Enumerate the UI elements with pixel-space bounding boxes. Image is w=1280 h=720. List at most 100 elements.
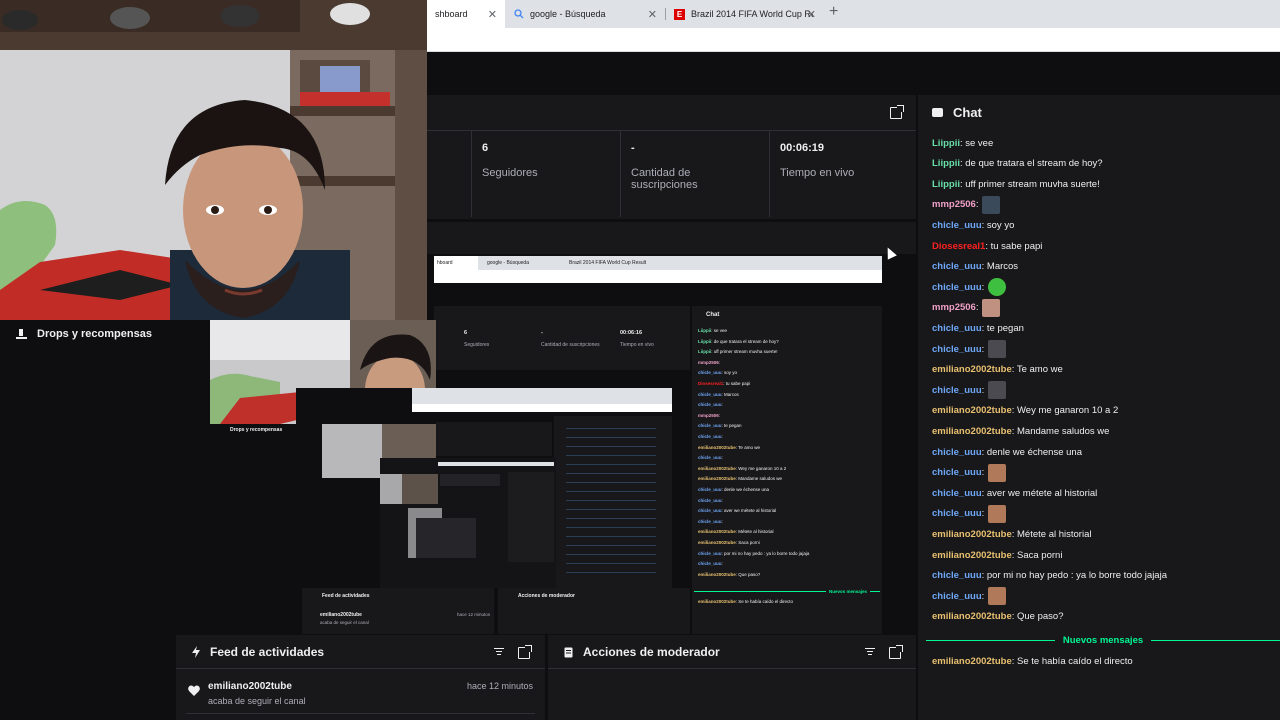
new-messages-label: Nuevos mensajes — [1062, 634, 1144, 646]
chat-username[interactable]: chicle_uuu — [932, 488, 982, 499]
screen: shboard ✕ google - Búsqueda ✕ E Brazil 2… — [0, 0, 1280, 720]
mini-subs-label: Cantidad de suscripciones — [541, 342, 600, 348]
mini-mod-panel: Acciones de moderador — [498, 588, 690, 634]
chat-header: Chat — [932, 105, 982, 120]
mini-chat-username: mmp2506 — [698, 412, 719, 418]
mini-chat-username: emiliano2002tube — [698, 571, 736, 577]
chat-username[interactable]: mmp2506 — [932, 302, 976, 313]
chat-username[interactable]: emiliano2002tube — [932, 529, 1012, 540]
chat-message: Liippii: uff primer stream muvha suerte! — [932, 174, 1100, 194]
mini-chat-text: : — [721, 518, 723, 524]
mini-tab: Brazil 2014 FIFA World Cup Result — [569, 260, 647, 266]
chat-text: : Te amo we — [1011, 364, 1063, 376]
chat-message: emiliano2002tube: Métete al historial — [932, 524, 1091, 544]
lightning-icon — [192, 646, 200, 658]
mini-chat-text: : — [721, 561, 723, 567]
mini-chat-message: chicle_uuu: — [698, 434, 723, 439]
chat-username[interactable]: Diosesreal1 — [932, 241, 985, 252]
chat-username[interactable]: chicle_uuu — [932, 467, 982, 478]
popout-icon[interactable] — [518, 645, 532, 659]
chat-text: : Wey me ganaron 10 a 2 — [1011, 405, 1119, 417]
mini-chat-username: chicle_uuu — [698, 487, 722, 492]
mini-chat: Chat Liippii: se vee Liippii: de que trat… — [692, 306, 882, 634]
chat-username[interactable]: emiliano2002tube — [932, 405, 1012, 416]
mini-chat-message: chicle_uuu: aver we métete al historial — [698, 508, 776, 513]
chat-username[interactable]: emiliano2002tube — [932, 364, 1012, 375]
mini-tab: google - Búsqueda — [487, 260, 529, 266]
mini-chat-text: : — [721, 434, 723, 439]
live-time-label: Tiempo en vivo — [780, 167, 855, 179]
stream-preview-header — [426, 222, 916, 254]
filter-icon[interactable] — [494, 648, 504, 656]
chat-username[interactable]: chicle_uuu — [932, 508, 982, 519]
chat-username[interactable]: chicle_uuu — [932, 591, 982, 602]
mini-chat-text: : — [718, 412, 721, 418]
mini-followers-label: Seguidores — [464, 342, 490, 348]
mini-chat-message: mmp2506: — [698, 360, 720, 365]
mini-chat-username: chicle_uuu — [698, 402, 722, 408]
tab-google[interactable]: google - Búsqueda ✕ — [505, 0, 665, 28]
chat-text: : — [975, 199, 979, 211]
webcam-overlay — [0, 0, 427, 320]
mini-feed-user: emiliano2002tube — [320, 612, 362, 618]
mini-nested-preview — [296, 388, 674, 588]
chat-message: chicle_uuu: aver we métete al historial — [932, 483, 1097, 503]
tab-label: google - Búsqueda — [530, 9, 606, 19]
chat-username[interactable]: chicle_uuu — [932, 261, 982, 272]
dark-emote-icon — [988, 381, 1007, 400]
chat-text: : se vee — [959, 137, 994, 149]
chat-username[interactable]: Liippii — [932, 158, 960, 169]
popout-icon[interactable] — [889, 645, 903, 659]
chat-username[interactable]: chicle_uuu — [932, 220, 982, 231]
mini-chat-message: chicle_uuu: te pegan — [698, 423, 742, 428]
mini-chat-message: Liippii: de que tratara el stream de hoy… — [698, 339, 779, 344]
activity-feed-title: Feed de actividades — [210, 645, 325, 659]
chat-title: Chat — [953, 105, 982, 120]
tab-dashboard[interactable]: shboard ✕ — [427, 0, 505, 28]
drops-rewards-item[interactable]: Drops y recompensas — [16, 328, 152, 340]
chat-message: chicle_uuu: te pegan — [932, 318, 1024, 338]
chat-text: : aver we métete al historial — [981, 487, 1098, 499]
chat-message: chicle_uuu: Marcos — [932, 257, 1018, 277]
chat-username[interactable]: emiliano2002tube — [932, 550, 1012, 561]
chat-message: mmp2506: — [932, 195, 1001, 215]
mini-chat-username: Diosesreal1 — [698, 381, 724, 386]
chat-username[interactable]: mmp2506 — [932, 199, 976, 210]
filter-icon[interactable] — [865, 648, 875, 656]
chat-username[interactable]: chicle_uuu — [932, 344, 982, 355]
mod-actions-title: Acciones de moderador — [583, 645, 720, 659]
mini-chat-text: : Wey me ganaron 10 a 2 — [735, 465, 787, 471]
chat-username[interactable]: chicle_uuu — [932, 385, 982, 396]
mini-sidebar: Drops y recompensas — [210, 424, 294, 634]
chat-message: emiliano2002tube: Wey me ganaron 10 a 2 — [932, 401, 1118, 421]
chat-username[interactable]: emiliano2002tube — [932, 656, 1012, 667]
close-icon[interactable]: ✕ — [807, 8, 816, 21]
mod-actions-panel: Acciones de moderador — [548, 635, 916, 720]
chat-username[interactable]: chicle_uuu — [932, 282, 982, 293]
new-tab-icon[interactable]: + — [829, 3, 838, 21]
close-icon[interactable]: ✕ — [648, 8, 657, 21]
chat-username[interactable]: chicle_uuu — [932, 570, 982, 581]
chat-username[interactable]: chicle_uuu — [932, 323, 982, 334]
tab-fifa[interactable]: E Brazil 2014 FIFA World Cup Result ✕ — [666, 0, 824, 28]
face-emote-icon — [982, 298, 1001, 317]
stats-header — [426, 95, 916, 131]
chat-text: : Saca porni — [1011, 549, 1063, 561]
chat-text: : soy yo — [981, 219, 1015, 231]
chat-username[interactable]: Liippii — [932, 138, 960, 149]
mini-chat-username: chicle_uuu — [698, 370, 722, 376]
chat-username[interactable]: Liippii — [932, 179, 960, 190]
activity-feed-panel: Feed de actividades emiliano2002tube aca… — [176, 635, 545, 720]
chat-username[interactable]: chicle_uuu — [932, 447, 982, 458]
chat-text: : — [981, 467, 985, 479]
feather-emote-icon — [982, 195, 1001, 214]
close-icon[interactable]: ✕ — [488, 8, 497, 21]
chat-message: emiliano2002tube: Saca porni — [932, 545, 1062, 565]
chat-username[interactable]: emiliano2002tube — [932, 611, 1012, 622]
mini-chat-username: emiliano2002tube — [698, 476, 736, 482]
mini-chat-text: : de que tratara el stream de hoy? — [711, 338, 779, 344]
chat-username[interactable]: emiliano2002tube — [932, 426, 1012, 437]
document-icon — [564, 647, 573, 657]
popout-icon[interactable] — [890, 105, 904, 119]
mini-chat-username: chicle_uuu — [698, 434, 722, 439]
